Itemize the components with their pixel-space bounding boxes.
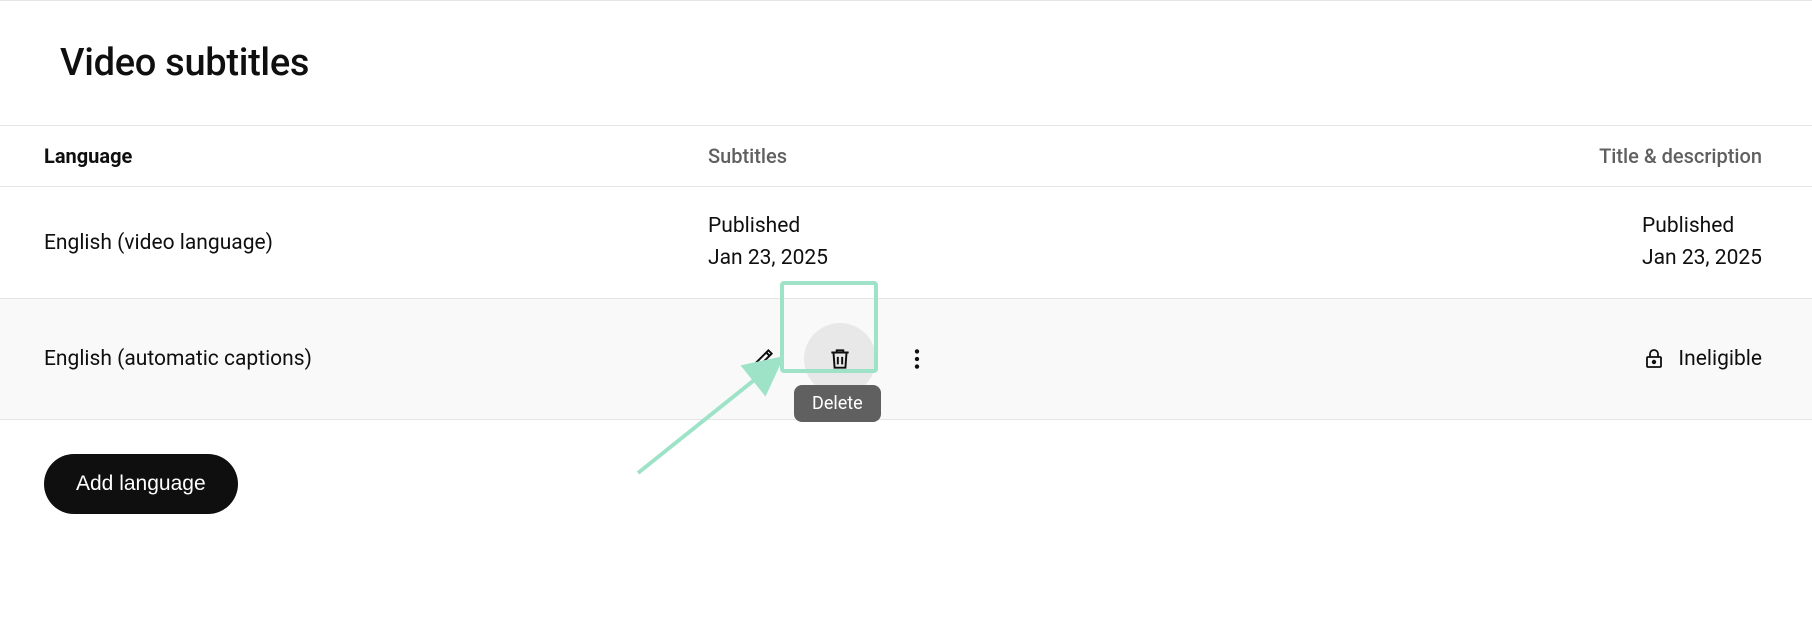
title-desc-status: Ineligible <box>1678 347 1762 371</box>
add-language-button[interactable]: Add language <box>44 454 238 514</box>
column-header-title-description: Title & description <box>1512 144 1772 168</box>
title-desc-status: Published <box>1642 211 1762 243</box>
lock-icon <box>1642 347 1666 371</box>
title-desc-date: Jan 23, 2025 <box>1642 243 1762 275</box>
subtitle-status: Published <box>708 211 828 243</box>
pencil-icon <box>750 346 776 372</box>
header-section: Video subtitles <box>0 0 1812 125</box>
kebab-icon <box>904 346 930 372</box>
trash-icon <box>827 346 853 372</box>
subtitle-row[interactable]: English (automatic captions) Delete <box>0 299 1812 420</box>
row-subtitles: Published Jan 23, 2025 <box>708 211 1512 274</box>
row-language: English (automatic captions) <box>40 347 708 371</box>
more-options-button[interactable] <box>894 336 940 382</box>
page-title: Video subtitles <box>60 41 1812 85</box>
row-subtitles-actions: Delete <box>708 323 1512 395</box>
edit-subtitle-button[interactable] <box>740 336 786 382</box>
row-language: English (video language) <box>40 231 708 255</box>
row-title-description: Published Jan 23, 2025 <box>1512 211 1772 274</box>
delete-tooltip: Delete <box>794 385 881 422</box>
table-header: Language Subtitles Title & description <box>0 125 1812 187</box>
row-title-description: Ineligible <box>1512 347 1772 371</box>
subtitle-row[interactable]: English (video language) Published Jan 2… <box>0 187 1812 299</box>
subtitle-date: Jan 23, 2025 <box>708 243 828 275</box>
column-header-language[interactable]: Language <box>40 144 708 168</box>
column-header-subtitles: Subtitles <box>708 144 1512 168</box>
